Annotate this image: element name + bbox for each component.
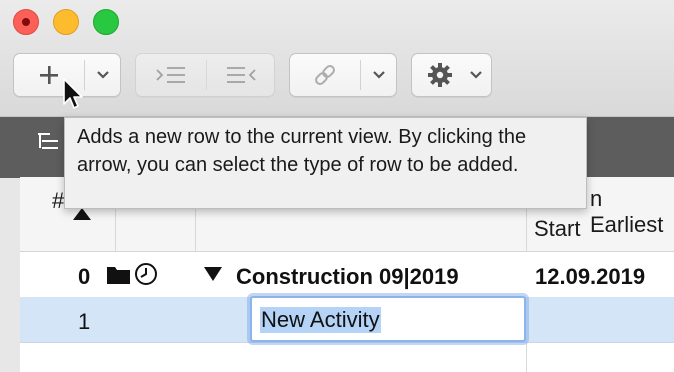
column-header-earliest-start-line1[interactable]: n Earliest	[590, 186, 674, 238]
row-number: 0	[78, 264, 91, 289]
column-header-earliest-start-line2[interactable]: Start	[534, 216, 580, 242]
maximize-window-button[interactable]	[93, 9, 119, 35]
column-header-number[interactable]: #	[52, 188, 64, 214]
link-button[interactable]	[290, 54, 360, 96]
minimize-window-button[interactable]	[53, 9, 79, 35]
link-split-button	[289, 53, 397, 97]
gear-icon	[428, 63, 452, 87]
row-number: 1	[78, 309, 91, 334]
indent-icon	[156, 67, 185, 83]
activity-name-edit-text: New Activity	[260, 307, 381, 333]
clock-icon	[135, 263, 157, 285]
chevron-down-icon	[470, 71, 482, 79]
link-menu-button[interactable]	[361, 54, 397, 96]
link-icon	[315, 65, 335, 85]
chevron-down-icon	[373, 71, 385, 79]
add-row-tooltip: Adds a new row to the current view. By c…	[64, 117, 587, 209]
activity-name-edit-field[interactable]: New Activity	[250, 296, 526, 342]
outdent-icon	[227, 67, 256, 83]
mouse-cursor-icon	[63, 78, 83, 109]
plus-icon	[40, 66, 58, 84]
expand-triangle-icon[interactable]	[203, 266, 223, 282]
settings-button[interactable]	[411, 53, 492, 97]
add-row-menu-button[interactable]	[85, 54, 121, 96]
outline-view-icon[interactable]	[36, 131, 64, 155]
row-name: Construction 09|2019	[236, 264, 459, 289]
indent-button[interactable]	[136, 54, 206, 96]
outdent-button[interactable]	[207, 54, 275, 96]
folder-icon	[107, 267, 130, 284]
close-window-button[interactable]	[13, 9, 39, 35]
row-start: 12.09.2019	[535, 264, 646, 289]
chevron-down-icon	[97, 71, 109, 79]
sort-ascending-icon	[73, 208, 91, 220]
indent-outdent-group	[135, 53, 275, 97]
